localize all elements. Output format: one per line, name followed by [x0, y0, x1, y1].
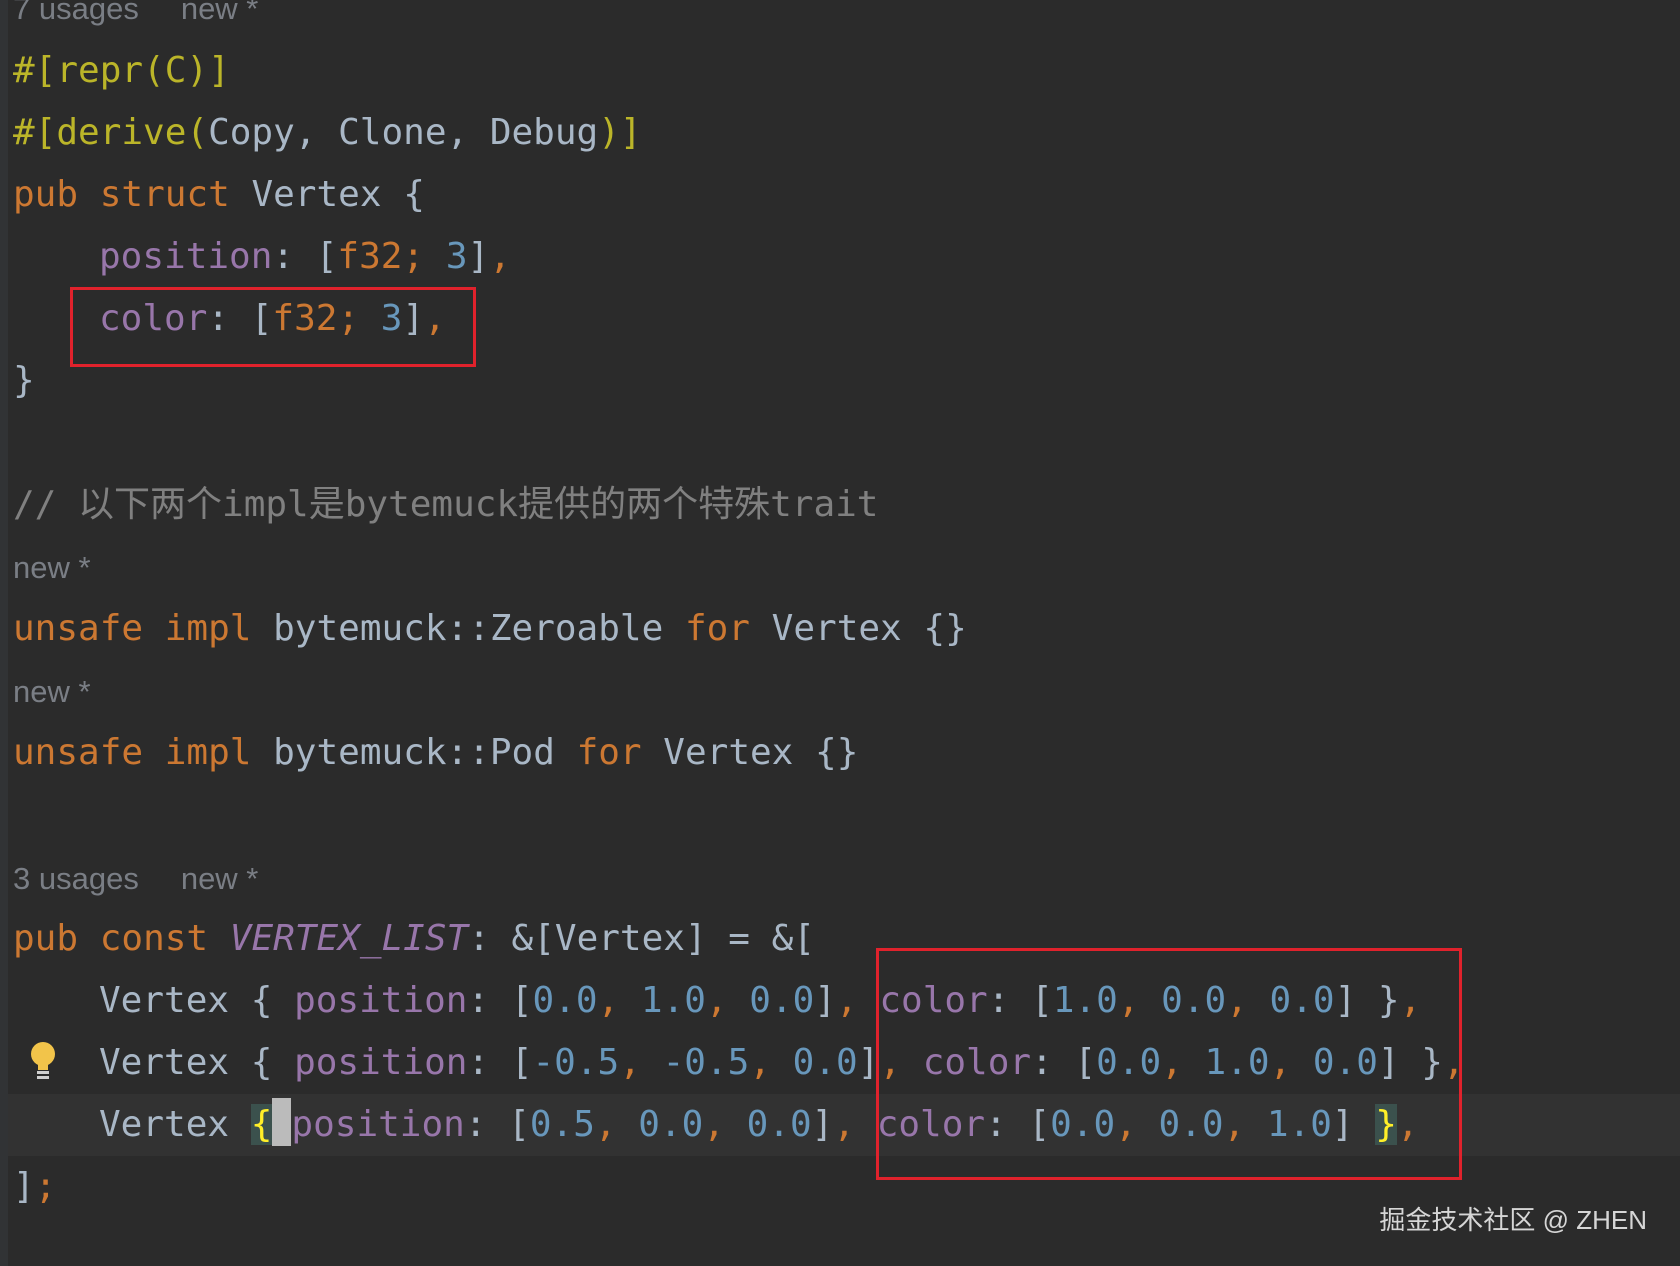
keyword: for: [576, 732, 642, 773]
number: -0.5: [532, 1042, 620, 1083]
punct: : [: [467, 980, 533, 1021]
author-hint: new *: [180, 861, 259, 896]
type-name: Vertex: [99, 1104, 230, 1145]
keyword: struct: [99, 174, 230, 215]
trait-path: bytemuck::Zeroable: [273, 608, 664, 649]
number: 3: [445, 236, 468, 277]
field-name: position: [99, 236, 273, 277]
attribute-token: ]: [208, 50, 230, 91]
field-name: position: [294, 980, 468, 1021]
list-usage-hint[interactable]: 3 usages new *: [13, 854, 258, 904]
field-name: position: [294, 1042, 468, 1083]
keyword: for: [684, 608, 750, 649]
braces: {}: [815, 732, 859, 773]
code-comment: // 以下两个impl是bytemuck提供的两个特殊trait: [13, 484, 879, 525]
braces: {}: [923, 608, 967, 649]
type-annotation: : &[Vertex] = &[: [468, 918, 815, 959]
keyword: unsafe: [13, 732, 144, 773]
number: 0.0: [638, 1104, 704, 1145]
number: 0.0: [532, 980, 598, 1021]
number: 0.0: [749, 980, 815, 1021]
text-cursor: [272, 1098, 292, 1146]
editor-gutter: [0, 0, 8, 1266]
struct-usage-hint[interactable]: 7 usages new *: [13, 0, 258, 34]
constant-name: VERTEX_LIST: [229, 918, 469, 959]
number: -0.5: [662, 1042, 750, 1083]
keyword: unsafe: [13, 608, 144, 649]
keyword: impl: [164, 732, 252, 773]
type-name: Vertex: [771, 608, 902, 649]
attribute-token: #[: [13, 112, 57, 153]
author-hint: new *: [180, 0, 259, 26]
matched-brace: {: [250, 1104, 273, 1145]
keyword: const: [99, 918, 209, 959]
punct: ,: [489, 236, 511, 277]
brace: }: [13, 360, 35, 401]
code-line-struct-decl[interactable]: pub struct Vertex {: [13, 164, 425, 226]
attribute-token: )]: [598, 112, 642, 153]
code-line-derive[interactable]: #[derive(Copy, Clone, Debug)]: [13, 102, 642, 164]
code-line-const-decl[interactable]: pub const VERTEX_LIST: &[Vertex] = &[: [13, 908, 815, 970]
brace: {: [229, 1042, 295, 1083]
derive-args: Copy, Clone, Debug: [208, 112, 599, 153]
punct: ]: [13, 1166, 35, 1207]
number: 0.0: [792, 1042, 858, 1083]
keyword: pub: [13, 918, 79, 959]
code-line-struct-close[interactable]: }: [13, 350, 35, 412]
impl-pod-hint: new *: [13, 667, 91, 717]
author-hint: new *: [13, 550, 91, 585]
brace: {: [403, 174, 425, 215]
attribute-token: #[: [13, 50, 57, 91]
highlight-box-color-values: [876, 948, 1462, 1180]
type-name: Vertex: [663, 732, 794, 773]
code-line-list-close[interactable]: ];: [13, 1156, 56, 1218]
punct: : [: [272, 236, 338, 277]
code-line-impl-zeroable[interactable]: unsafe impl bytemuck::Zeroable for Verte…: [13, 598, 967, 660]
author-hint: new *: [13, 674, 91, 709]
code-editor[interactable]: 7 usages new * #[repr(C)] #[derive(Copy, …: [0, 0, 1680, 1266]
code-line-comment[interactable]: // 以下两个impl是bytemuck提供的两个特殊trait: [13, 474, 878, 536]
number: 0.0: [746, 1104, 812, 1145]
attribute-name: derive(: [56, 112, 209, 153]
brace: {: [229, 980, 295, 1021]
punct: ;: [402, 236, 446, 277]
code-line-position-field[interactable]: position: [f32; 3],: [13, 226, 511, 288]
trait-path: bytemuck::Pod: [273, 732, 555, 773]
type-name: f32: [337, 236, 403, 277]
keyword: pub: [13, 174, 79, 215]
watermark: 掘金技术社区 @ ZHEN: [1379, 1205, 1647, 1235]
highlight-box-color-field: [70, 287, 476, 367]
usages-link[interactable]: 3 usages: [13, 861, 139, 896]
type-name: Vertex: [99, 980, 230, 1021]
punct: : [: [467, 1042, 533, 1083]
number: 1.0: [640, 980, 706, 1021]
attribute-name: repr(C): [56, 50, 209, 91]
punct: : [: [464, 1104, 530, 1145]
field-name: position: [291, 1104, 465, 1145]
punct: ;: [34, 1166, 57, 1207]
code-line-repr[interactable]: #[repr(C)]: [13, 40, 230, 102]
number: 0.5: [529, 1104, 595, 1145]
impl-zeroable-hint: new *: [13, 543, 91, 593]
usages-link[interactable]: 7 usages: [13, 0, 139, 26]
type-name: Vertex: [251, 174, 382, 215]
type-name: Vertex: [99, 1042, 230, 1083]
punct: ]: [467, 236, 490, 277]
code-line-impl-pod[interactable]: unsafe impl bytemuck::Pod for Vertex {}: [13, 722, 858, 784]
keyword: impl: [164, 608, 252, 649]
